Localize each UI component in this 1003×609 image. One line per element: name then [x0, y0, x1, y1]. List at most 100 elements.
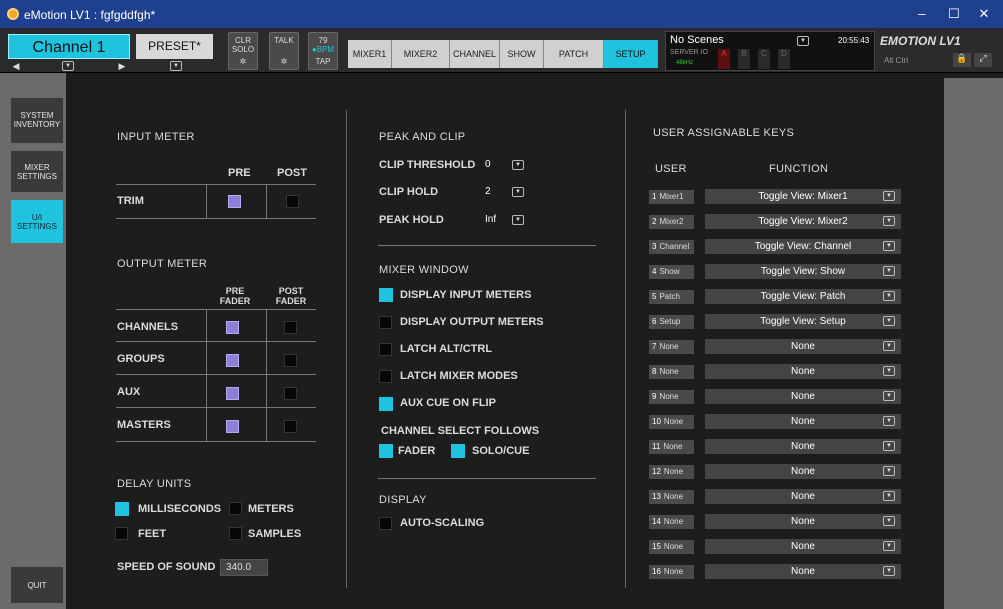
user-key-10[interactable]: 10 None	[649, 415, 694, 429]
function-select-10[interactable]: None ▼	[705, 414, 901, 429]
next-channel-icon[interactable]: ▶	[116, 61, 128, 71]
user-key-9[interactable]: 9 None	[649, 390, 694, 404]
user-key-6[interactable]: 6 Setup	[649, 315, 694, 329]
chevron-down-icon[interactable]: ▼	[883, 341, 895, 351]
channels-post-checkbox[interactable]	[284, 321, 297, 334]
clip-threshold-dropdown-icon[interactable]: ▼	[512, 160, 524, 170]
chevron-down-icon[interactable]: ▼	[883, 241, 895, 251]
user-key-3[interactable]: 3 Channel	[649, 240, 694, 254]
groups-post-checkbox[interactable]	[284, 354, 297, 367]
clip-hold-dropdown-icon[interactable]: ▼	[512, 187, 524, 197]
trim-post-checkbox[interactable]	[286, 195, 299, 208]
user-key-8[interactable]: 8 None	[649, 365, 694, 379]
user-key-16[interactable]: 16 None	[649, 565, 694, 579]
function-select-7[interactable]: None ▼	[705, 339, 901, 354]
samples-radio[interactable]	[229, 527, 242, 540]
masters-pre-checkbox[interactable]	[226, 420, 239, 433]
milliseconds-radio[interactable]	[115, 502, 129, 516]
solo-cue-checkbox[interactable]	[451, 444, 465, 458]
chevron-down-icon[interactable]: ▼	[883, 191, 895, 201]
masters-post-checkbox[interactable]	[284, 420, 297, 433]
user-key-4[interactable]: 4 Show	[649, 265, 694, 279]
chevron-down-icon[interactable]: ▼	[883, 466, 895, 476]
function-select-14[interactable]: None ▼	[705, 514, 901, 529]
expand-icon[interactable]: ⤢	[974, 53, 992, 67]
function-select-8[interactable]: None ▼	[705, 364, 901, 379]
function-select-9[interactable]: None ▼	[705, 389, 901, 404]
clip-hold-value[interactable]: 2	[485, 186, 491, 199]
prev-channel-icon[interactable]: ◀	[10, 61, 22, 71]
feet-radio[interactable]	[115, 527, 128, 540]
preset-dropdown-icon[interactable]: ▼	[170, 61, 182, 71]
tab-mixer1[interactable]: MIXER1	[348, 40, 392, 68]
preset-button[interactable]: PRESET*	[136, 34, 213, 59]
function-select-16[interactable]: None ▼	[705, 564, 901, 579]
system-inventory-button[interactable]: SYSTEM INVENTORY	[10, 97, 64, 144]
user-key-13[interactable]: 13 None	[649, 490, 694, 504]
chevron-down-icon[interactable]: ▼	[883, 266, 895, 276]
chevron-down-icon[interactable]: ▼	[883, 566, 895, 576]
chevron-down-icon[interactable]: ▼	[883, 516, 895, 526]
function-select-5[interactable]: Toggle View: Patch ▼	[705, 289, 901, 304]
tab-setup[interactable]: SETUP	[604, 40, 658, 68]
tab-show[interactable]: SHOW	[500, 40, 544, 68]
auto-scaling-checkbox[interactable]	[379, 517, 392, 530]
function-select-11[interactable]: None ▼	[705, 439, 901, 454]
quit-button[interactable]: QUIT	[10, 566, 64, 604]
aux-cue-on-flip-checkbox[interactable]	[379, 397, 393, 411]
tab-channel[interactable]: CHANNEL	[450, 40, 500, 68]
aux-post-checkbox[interactable]	[284, 387, 297, 400]
tab-patch[interactable]: PATCH	[544, 40, 604, 68]
user-key-7[interactable]: 7 None	[649, 340, 694, 354]
chevron-down-icon[interactable]: ▼	[883, 216, 895, 226]
peak-hold-value[interactable]: Inf	[485, 214, 496, 227]
chevron-down-icon[interactable]: ▼	[883, 416, 895, 426]
function-select-2[interactable]: Toggle View: Mixer2 ▼	[705, 214, 901, 229]
close-icon[interactable]: ✕	[974, 4, 994, 24]
function-select-15[interactable]: None ▼	[705, 539, 901, 554]
user-key-2[interactable]: 2 Mixer2	[649, 215, 694, 229]
meters-radio[interactable]	[229, 502, 242, 515]
bank-a[interactable]: A	[718, 49, 730, 69]
clip-threshold-value[interactable]: 0	[485, 159, 491, 172]
channels-pre-checkbox[interactable]	[226, 321, 239, 334]
aux-pre-checkbox[interactable]	[226, 387, 239, 400]
function-select-4[interactable]: Toggle View: Show ▼	[705, 264, 901, 279]
function-select-13[interactable]: None ▼	[705, 489, 901, 504]
function-select-3[interactable]: Toggle View: Channel ▼	[705, 239, 901, 254]
display-output-meters-checkbox[interactable]	[379, 316, 392, 329]
clear-solo-button[interactable]: CLR SOLO ✲	[228, 32, 258, 70]
channel-name[interactable]: Channel 1	[8, 34, 130, 59]
lock-icon[interactable]: 🔒	[953, 53, 971, 67]
function-select-1[interactable]: Toggle View: Mixer1 ▼	[705, 189, 901, 204]
ui-settings-button[interactable]: U/I SETTINGS	[10, 199, 64, 244]
display-input-meters-checkbox[interactable]	[379, 288, 393, 302]
talk-button[interactable]: TALK ✲	[269, 32, 299, 70]
user-key-1[interactable]: 1 Mixer1	[649, 190, 694, 204]
scenes-panel[interactable]: No Scenes ▼ 20:55:43 SERVER IO 48kHz A B…	[665, 31, 875, 71]
function-select-12[interactable]: None ▼	[705, 464, 901, 479]
bank-b[interactable]: B	[738, 49, 750, 69]
latch-alt-ctrl-checkbox[interactable]	[379, 343, 392, 356]
chevron-down-icon[interactable]: ▼	[883, 541, 895, 551]
groups-pre-checkbox[interactable]	[226, 354, 239, 367]
tap-tempo-button[interactable]: 79 ●BPM TAP	[308, 32, 338, 70]
tab-mixer2[interactable]: MIXER2	[392, 40, 450, 68]
bank-d[interactable]: D	[778, 49, 790, 69]
mixer-settings-button[interactable]: MIXER SETTINGS	[10, 150, 64, 193]
chevron-down-icon[interactable]: ▼	[883, 316, 895, 326]
chevron-down-icon[interactable]: ▼	[883, 391, 895, 401]
user-key-15[interactable]: 15 None	[649, 540, 694, 554]
chevron-down-icon[interactable]: ▼	[883, 366, 895, 376]
user-key-14[interactable]: 14 None	[649, 515, 694, 529]
chevron-down-icon[interactable]: ▼	[883, 491, 895, 501]
fader-checkbox[interactable]	[379, 444, 393, 458]
latch-mixer-modes-checkbox[interactable]	[379, 370, 392, 383]
user-key-12[interactable]: 12 None	[649, 465, 694, 479]
bank-c[interactable]: C	[758, 49, 770, 69]
channel-dropdown-icon[interactable]: ▼	[62, 61, 74, 71]
user-key-5[interactable]: 5 Patch	[649, 290, 694, 304]
scenes-dropdown-icon[interactable]: ▼	[797, 36, 809, 46]
chevron-down-icon[interactable]: ▼	[883, 291, 895, 301]
chevron-down-icon[interactable]: ▼	[883, 441, 895, 451]
